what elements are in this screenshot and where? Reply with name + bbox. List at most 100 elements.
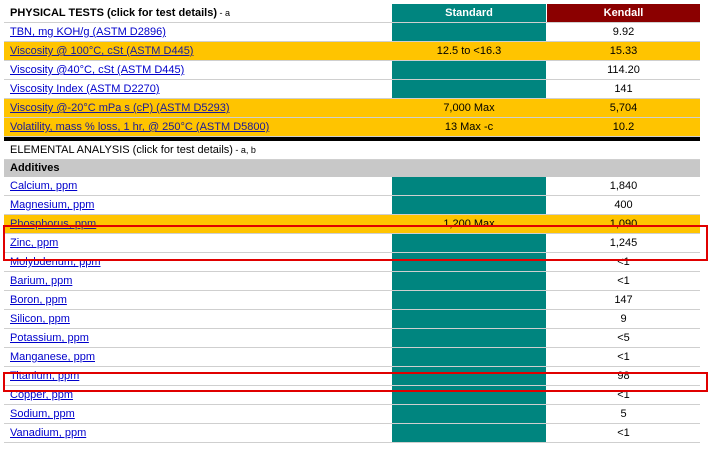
physical-tests-title: PHYSICAL TESTS (click for test details) bbox=[10, 7, 218, 19]
kendall-value-cell: 1,245 bbox=[609, 237, 638, 249]
kendall-value-cell: <1 bbox=[617, 427, 630, 439]
standard-column-header: Standard bbox=[392, 4, 546, 22]
physical-test-row: Viscosity @40°C, cSt (ASTM D445) 114.20 bbox=[4, 61, 700, 80]
standard-cell bbox=[392, 272, 546, 290]
test-detail-link[interactable]: Viscosity @-20°C mPa s (cP) (ASTM D5293) bbox=[10, 102, 230, 114]
test-name-cell: Viscosity @ 100°C, cSt (ASTM D445) bbox=[4, 42, 391, 60]
physical-test-row: Viscosity @ 100°C, cSt (ASTM D445) 12.5 t… bbox=[4, 42, 700, 61]
kendall-value-cell: 10.2 bbox=[547, 118, 700, 136]
test-detail-link[interactable]: Silicon, ppm bbox=[10, 313, 70, 325]
test-name-cell: Calcium, ppm bbox=[4, 177, 391, 195]
test-detail-link[interactable]: TBN, mg KOH/g (ASTM D2896) bbox=[10, 26, 166, 38]
element-row: Copper, ppm <1 bbox=[4, 386, 700, 405]
element-row: Titanium, ppm 98 bbox=[4, 367, 700, 386]
physical-tests-note: - a bbox=[217, 8, 231, 18]
additives-subheading: Additives bbox=[4, 160, 700, 177]
element-row: Silicon, ppm 9 bbox=[4, 310, 700, 329]
test-detail-link[interactable]: Manganese, ppm bbox=[10, 351, 95, 363]
standard-cell bbox=[392, 177, 546, 195]
element-row: Barium, ppm <1 bbox=[4, 272, 700, 291]
kendall-value-cell: 114.20 bbox=[607, 64, 640, 76]
element-row: Boron, ppm 147 bbox=[4, 291, 700, 310]
test-name-cell: Volatility, mass % loss, 1 hr, @ 250°C (… bbox=[4, 118, 391, 136]
test-name-cell: Viscosity @40°C, cSt (ASTM D445) bbox=[4, 61, 391, 79]
kendall-value-cell: 400 bbox=[614, 199, 633, 211]
test-detail-link[interactable]: Viscosity @40°C, cSt (ASTM D445) bbox=[10, 64, 184, 76]
kendall-value-cell: 147 bbox=[614, 294, 633, 306]
standard-cell bbox=[392, 386, 546, 404]
kendall-value-cell: 141 bbox=[614, 83, 633, 95]
test-detail-link[interactable]: Volatility, mass % loss, 1 hr, @ 250°C (… bbox=[10, 121, 269, 133]
elemental-analysis-title: ELEMENTAL ANALYSIS (click for test detai… bbox=[10, 144, 233, 156]
kendall-value-cell: <1 bbox=[617, 256, 630, 268]
kendall-column-header: Kendall bbox=[547, 4, 700, 22]
test-name-cell: Titanium, ppm bbox=[4, 367, 391, 385]
kendall-value-cell: 1,090 bbox=[547, 215, 700, 233]
test-name-cell: Copper, ppm bbox=[4, 386, 391, 404]
standard-cell bbox=[392, 424, 546, 442]
elemental-analysis-header: ELEMENTAL ANALYSIS (click for test detai… bbox=[4, 141, 700, 160]
test-detail-link[interactable]: Viscosity @ 100°C, cSt (ASTM D445) bbox=[10, 45, 193, 57]
test-detail-link[interactable]: Boron, ppm bbox=[10, 294, 67, 306]
standard-cell bbox=[392, 367, 546, 385]
physical-tests-title-cell: PHYSICAL TESTS (click for test details) … bbox=[4, 4, 391, 22]
element-row: Sodium, ppm 5 bbox=[4, 405, 700, 424]
physical-test-row: Viscosity Index (ASTM D2270) 141 bbox=[4, 80, 700, 99]
standard-cell bbox=[392, 348, 546, 366]
test-detail-link[interactable]: Phosphorus, ppm bbox=[10, 218, 96, 230]
test-detail-link[interactable]: Potassium, ppm bbox=[10, 332, 89, 344]
test-name-cell: Phosphorus, ppm bbox=[4, 215, 391, 233]
test-name-cell: Vanadium, ppm bbox=[4, 424, 391, 442]
test-name-cell: TBN, mg KOH/g (ASTM D2896) bbox=[4, 23, 391, 41]
standard-cell: 7,000 Max bbox=[392, 99, 546, 117]
test-name-cell: Zinc, ppm bbox=[4, 234, 391, 252]
physical-test-row: Volatility, mass % loss, 1 hr, @ 250°C (… bbox=[4, 118, 700, 137]
test-detail-link[interactable]: Sodium, ppm bbox=[10, 408, 75, 420]
element-row: Magnesium, ppm 400 bbox=[4, 196, 700, 215]
test-name-cell: Magnesium, ppm bbox=[4, 196, 391, 214]
element-row: Vanadium, ppm <1 bbox=[4, 424, 700, 443]
oil-analysis-report: PHYSICAL TESTS (click for test details) … bbox=[4, 4, 700, 443]
kendall-value-cell: 15.33 bbox=[547, 42, 700, 60]
kendall-value-cell: <5 bbox=[617, 332, 630, 344]
kendall-value-cell: <1 bbox=[617, 389, 630, 401]
elemental-analysis-note: - a, b bbox=[232, 145, 256, 155]
kendall-value-cell: 98 bbox=[617, 370, 630, 382]
kendall-value-cell: 5 bbox=[620, 408, 627, 420]
standard-cell bbox=[392, 291, 546, 309]
standard-cell bbox=[392, 196, 546, 214]
element-row: Zinc, ppm 1,245 bbox=[4, 234, 700, 253]
test-name-cell: Viscosity Index (ASTM D2270) bbox=[4, 80, 391, 98]
physical-test-row: TBN, mg KOH/g (ASTM D2896) 9.92 bbox=[4, 23, 700, 42]
kendall-value-cell: 5,704 bbox=[547, 99, 700, 117]
test-name-cell: Molybdenum, ppm bbox=[4, 253, 391, 271]
kendall-value-cell: <1 bbox=[617, 275, 630, 287]
element-row: Potassium, ppm <5 bbox=[4, 329, 700, 348]
element-row: Calcium, ppm 1,840 bbox=[4, 177, 700, 196]
element-row: Phosphorus, ppm 1,200 Max 1,090 bbox=[4, 215, 700, 234]
standard-cell bbox=[392, 310, 546, 328]
test-detail-link[interactable]: Molybdenum, ppm bbox=[10, 256, 101, 268]
test-detail-link[interactable]: Vanadium, ppm bbox=[10, 427, 86, 439]
test-detail-link[interactable]: Viscosity Index (ASTM D2270) bbox=[10, 83, 160, 95]
test-name-cell: Viscosity @-20°C mPa s (cP) (ASTM D5293) bbox=[4, 99, 391, 117]
kendall-value-cell: 9.92 bbox=[612, 26, 635, 38]
test-name-cell: Barium, ppm bbox=[4, 272, 391, 290]
test-detail-link[interactable]: Magnesium, ppm bbox=[10, 199, 94, 211]
physical-tests-header: PHYSICAL TESTS (click for test details) … bbox=[4, 4, 700, 23]
test-detail-link[interactable]: Zinc, ppm bbox=[10, 237, 58, 249]
test-detail-link[interactable]: Titanium, ppm bbox=[10, 370, 79, 382]
test-detail-link[interactable]: Copper, ppm bbox=[10, 389, 73, 401]
standard-cell bbox=[392, 405, 546, 423]
standard-cell bbox=[392, 329, 546, 347]
test-detail-link[interactable]: Barium, ppm bbox=[10, 275, 72, 287]
kendall-value-cell: <1 bbox=[617, 351, 630, 363]
test-name-cell: Silicon, ppm bbox=[4, 310, 391, 328]
test-detail-link[interactable]: Calcium, ppm bbox=[10, 180, 77, 192]
test-name-cell: Sodium, ppm bbox=[4, 405, 391, 423]
test-name-cell: Boron, ppm bbox=[4, 291, 391, 309]
standard-cell bbox=[392, 253, 546, 271]
element-row: Manganese, ppm <1 bbox=[4, 348, 700, 367]
test-name-cell: Potassium, ppm bbox=[4, 329, 391, 347]
physical-tests-rows: TBN, mg KOH/g (ASTM D2896) 9.92 Viscosity … bbox=[4, 23, 700, 137]
